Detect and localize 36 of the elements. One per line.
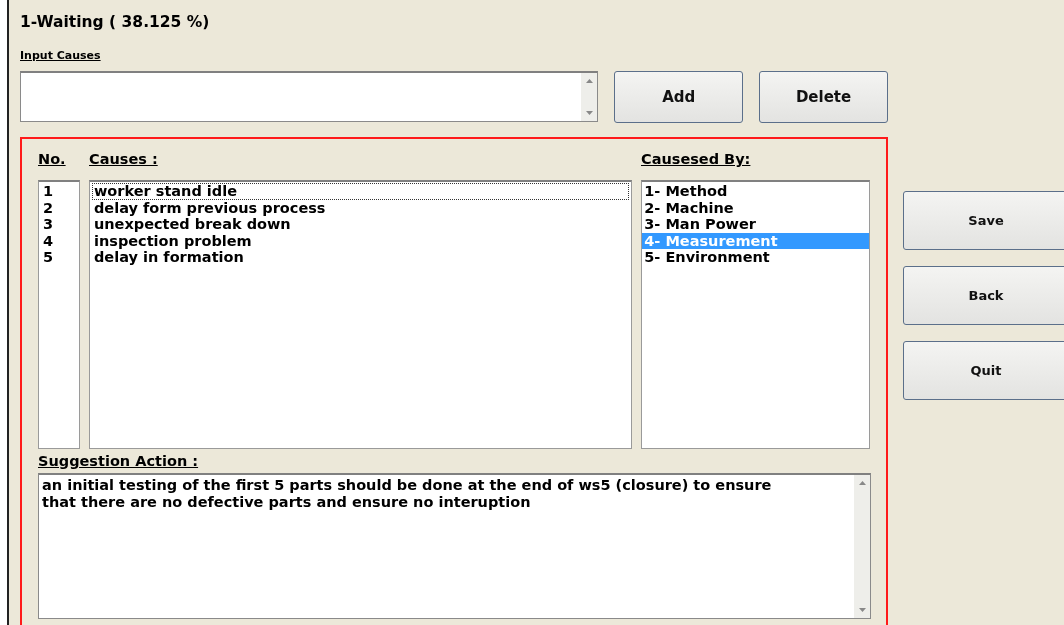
down-arrow-icon[interactable] xyxy=(585,111,593,115)
cause-item[interactable]: unexpected break down xyxy=(91,216,630,233)
cause-item[interactable]: delay form previous process xyxy=(91,199,630,217)
back-button[interactable]: Back xyxy=(903,266,1064,325)
row-number: 5 xyxy=(42,249,55,266)
input-field[interactable] xyxy=(20,71,599,122)
causes-list[interactable]: worker stand idle delay form previous process unexpected break down inspection problem delay in formation xyxy=(88,180,633,449)
save-button[interactable]: Save xyxy=(903,191,1064,250)
caused-by-item[interactable]: 2- Machine xyxy=(642,199,869,217)
caused-by-item[interactable]: 3- Man Power xyxy=(642,216,869,233)
caused-by-list[interactable]: 1- Method 2- Machine 3- Man Power 4- Measurement 5- Environment xyxy=(641,180,870,449)
suggestion-text: an initial testing of the first 5 parts should be done at the end of ws5 (closure) to ensure that there are no defective parts and ensure no interuption xyxy=(42,477,773,511)
up-arrow-icon[interactable] xyxy=(858,481,866,485)
suggestion-label: Suggestion Action : xyxy=(38,452,200,470)
suggestion-field[interactable]: an initial testing of the first 5 parts should be done at the end of ws5 (closure) to ensure that there are no defective parts and ensure no interuption xyxy=(38,473,871,619)
row-number: 4 xyxy=(42,232,55,250)
number-header: No. xyxy=(38,150,67,168)
row-number: 3 xyxy=(42,216,55,233)
cause-item[interactable]: delay in formation xyxy=(91,249,630,266)
cause-item[interactable]: worker stand idle xyxy=(91,183,630,200)
down-arrow-icon[interactable] xyxy=(858,608,866,612)
caused-by-header: Causesed By: xyxy=(641,150,751,168)
causes-header: Causes : xyxy=(89,150,159,168)
cause-item[interactable]: inspection problem xyxy=(91,232,630,250)
caused-by-item[interactable]: 5- Environment xyxy=(642,249,869,266)
delete-button[interactable]: Delete xyxy=(759,71,888,123)
row-number: 2 xyxy=(42,199,55,217)
caused-by-item[interactable]: 1- Method xyxy=(642,183,869,200)
input-causes-label: Input Causes xyxy=(20,49,102,63)
add-button[interactable]: Add xyxy=(614,71,744,123)
row-number: 1 xyxy=(42,183,55,200)
form-title: 1-Waiting ( 38.125 %) xyxy=(20,12,211,32)
scrollbar[interactable] xyxy=(854,475,870,618)
up-arrow-icon[interactable] xyxy=(585,79,593,83)
scrollbar[interactable] xyxy=(581,73,598,121)
quit-button[interactable]: Quit xyxy=(903,341,1064,400)
